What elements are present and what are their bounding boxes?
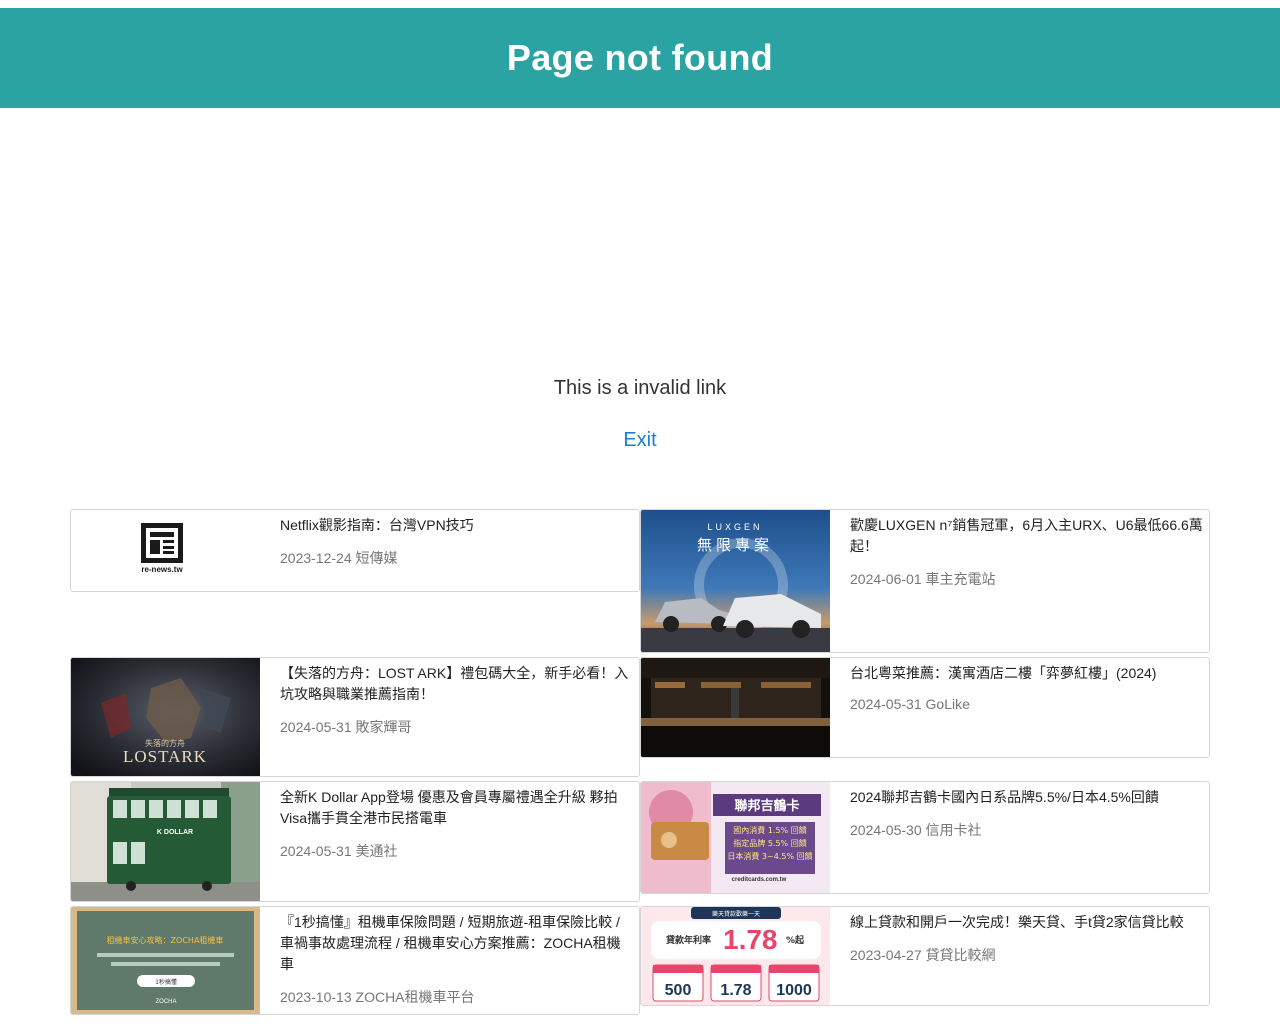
article-card[interactable]: 失落的方舟 LOSTARK 【失落的方舟：LOST ARK】禮包碼大全，新手必看… (70, 657, 640, 777)
svg-text:1.78: 1.78 (723, 924, 778, 955)
article-text: 台北粵菜推薦：漢寓酒店二樓「弈夢紅樓」(2024) 2024-05-31 GoL… (850, 663, 1203, 712)
exit-link-container: Exit (0, 429, 1280, 452)
article-title[interactable]: 2024聯邦吉鶴卡國內日系品牌5.5%/日本4.5%回饋 (850, 787, 1203, 808)
article-card[interactable]: 租機車安心攻略：ZOCHA租機車 1秒搞懂 ZOCHA 『1秒搞懂』租機車保險問… (70, 906, 640, 1015)
svg-text:貸款年利率: 貸款年利率 (666, 934, 711, 946)
article-card[interactable]: 台北粵菜推薦：漢寓酒店二樓「弈夢紅樓」(2024) 2024-05-31 GoL… (640, 657, 1210, 758)
svg-text:1.78: 1.78 (720, 982, 751, 999)
svg-text:LOSTARK: LOSTARK (123, 747, 207, 766)
article-source: 貸貸比較網 (925, 947, 996, 963)
article-date: 2024-05-31 (280, 719, 352, 735)
article-thumbnail[interactable]: LUXGEN 無限專案 (641, 510, 830, 652)
article-title[interactable]: 『1秒搞懂』租機車保險問題 / 短期旅遊-租車保險比較 / 車禍事故處理流程 /… (280, 912, 633, 975)
article-date: 2023-12-24 (280, 550, 352, 566)
article-title[interactable]: 線上貸款和開戶一次完成！樂天貸、手t貸2家信貸比較 (850, 912, 1203, 933)
svg-text:日本消費 3~4.5% 回饋: 日本消費 3~4.5% 回饋 (727, 851, 812, 861)
article-text: 2024聯邦吉鶴卡國內日系品牌5.5%/日本4.5%回饋 2024-05-30 … (850, 787, 1203, 840)
svg-text:聯邦吉鶴卡: 聯邦吉鶴卡 (734, 798, 799, 814)
article-source: ZOCHA租機車平台 (355, 989, 475, 1005)
article-source: GoLike (925, 696, 970, 712)
svg-text:K DOLLAR: K DOLLAR (157, 829, 193, 836)
article-source: 車主充電站 (925, 571, 996, 587)
svg-text:國內消費 1.5% 回饋: 國內消費 1.5% 回饋 (733, 825, 806, 835)
article-source: 敗家輝哥 (355, 719, 412, 735)
luxgen-car-image-icon: LUXGEN 無限專案 (641, 510, 830, 652)
article-date: 2024-05-31 (280, 843, 352, 859)
article-meta: 2024-06-01 車主充電站 (850, 569, 1203, 589)
tram-image-icon: K DOLLAR (71, 782, 260, 901)
article-card[interactable]: LUXGEN 無限專案 歡慶LUXGEN n⁷銷售冠軍，6月入主URX、U6最低… (640, 509, 1210, 653)
article-title[interactable]: 歡慶LUXGEN n⁷銷售冠軍，6月入主URX、U6最低66.6萬起！ (850, 515, 1203, 557)
article-card[interactable]: 樂天貸款歡樂一天 貸款年利率 1.78 %起 500 1.78 1000 線上貸… (640, 906, 1210, 1006)
svg-text:租機車安心攻略：ZOCHA租機車: 租機車安心攻略：ZOCHA租機車 (107, 935, 224, 945)
svg-text:%起: %起 (786, 934, 805, 946)
svg-text:1秒搞懂: 1秒搞懂 (155, 978, 177, 986)
article-card[interactable]: re-news.tw Netflix觀影指南：台灣VPN技巧 2023-12-2… (70, 509, 640, 592)
article-date: 2023-10-13 (280, 989, 352, 1005)
svg-text:creditcards.com.tw: creditcards.com.tw (732, 877, 787, 883)
article-thumbnail[interactable] (641, 658, 830, 757)
svg-text:ZOCHA: ZOCHA (156, 999, 177, 1005)
credit-card-promo-image-icon: 聯邦吉鶴卡 國內消費 1.5% 回饋 指定品牌 5.5% 回饋 日本消費 3~4… (641, 782, 830, 893)
svg-text:指定品牌 5.5% 回饋: 指定品牌 5.5% 回饋 (733, 838, 806, 848)
article-text: 歡慶LUXGEN n⁷銷售冠軍，6月入主URX、U6最低66.6萬起！ 2024… (850, 515, 1203, 589)
article-meta: 2024-05-31 美通社 (280, 841, 633, 861)
article-thumbnail[interactable]: re-news.tw (71, 510, 260, 591)
lost-ark-image-icon: 失落的方舟 LOSTARK (71, 658, 260, 776)
article-meta: 2024-05-31 敗家輝哥 (280, 717, 633, 737)
page-header: Page not found (0, 8, 1280, 108)
article-thumbnail[interactable]: 聯邦吉鶴卡 國內消費 1.5% 回饋 指定品牌 5.5% 回饋 日本消費 3~4… (641, 782, 830, 893)
svg-text:500: 500 (665, 982, 692, 999)
article-text: 【失落的方舟：LOST ARK】禮包碼大全，新手必看！入坑攻略與職業推薦指南！ … (280, 663, 633, 737)
article-meta: 2023-12-24 短傳媒 (280, 548, 633, 568)
article-title[interactable]: Netflix觀影指南：台灣VPN技巧 (280, 515, 633, 536)
article-thumbnail[interactable]: 樂天貸款歡樂一天 貸款年利率 1.78 %起 500 1.78 1000 (641, 907, 830, 1005)
article-card[interactable]: 聯邦吉鶴卡 國內消費 1.5% 回饋 指定品牌 5.5% 回饋 日本消費 3~4… (640, 781, 1210, 894)
article-title[interactable]: 全新K Dollar App登場 優惠及會員專屬禮遇全升級 夥拍Visa攜手貫全… (280, 787, 633, 829)
article-text: 線上貸款和開戶一次完成！樂天貸、手t貸2家信貸比較 2023-04-27 貸貸比… (850, 912, 1203, 965)
restaurant-bar-image-icon (641, 658, 830, 757)
article-date: 2023-04-27 (850, 947, 922, 963)
article-source: 短傳媒 (355, 550, 398, 566)
article-thumbnail[interactable]: K DOLLAR (71, 782, 260, 901)
article-title[interactable]: 台北粵菜推薦：漢寓酒店二樓「弈夢紅樓」(2024) (850, 663, 1203, 684)
article-source: 美通社 (355, 843, 398, 859)
article-thumbnail[interactable]: 失落的方舟 LOSTARK (71, 658, 260, 776)
svg-text:re-news.tw: re-news.tw (141, 565, 183, 574)
zocha-promo-image-icon: 租機車安心攻略：ZOCHA租機車 1秒搞懂 ZOCHA (71, 907, 260, 1014)
page-title: Page not found (506, 37, 774, 78)
article-source: 信用卡社 (925, 822, 982, 838)
article-date: 2024-05-31 (850, 696, 922, 712)
svg-text:無限專案: 無限專案 (697, 536, 773, 554)
article-text: 『1秒搞懂』租機車保險問題 / 短期旅遊-租車保險比較 / 車禍事故處理流程 /… (280, 912, 633, 1007)
article-title[interactable]: 【失落的方舟：LOST ARK】禮包碼大全，新手必看！入坑攻略與職業推薦指南！ (280, 663, 633, 705)
article-meta: 2024-05-31 GoLike (850, 696, 1203, 712)
article-thumbnail[interactable]: 租機車安心攻略：ZOCHA租機車 1秒搞懂 ZOCHA (71, 907, 260, 1014)
article-date: 2024-06-01 (850, 571, 922, 587)
article-text: Netflix觀影指南：台灣VPN技巧 2023-12-24 短傳媒 (280, 515, 633, 568)
svg-text:1000: 1000 (776, 982, 812, 999)
article-meta: 2023-10-13 ZOCHA租機車平台 (280, 987, 633, 1007)
article-meta: 2023-04-27 貸貸比較網 (850, 945, 1203, 965)
svg-text:樂天貸款歡樂一天: 樂天貸款歡樂一天 (712, 910, 760, 918)
article-meta: 2024-05-30 信用卡社 (850, 820, 1203, 840)
article-text: 全新K Dollar App登場 優惠及會員專屬禮遇全升級 夥拍Visa攜手貫全… (280, 787, 633, 861)
loan-promo-image-icon: 樂天貸款歡樂一天 貸款年利率 1.78 %起 500 1.78 1000 (641, 907, 830, 1005)
re-news-logo-icon: re-news.tw (71, 510, 260, 591)
article-date: 2024-05-30 (850, 822, 922, 838)
svg-text:LUXGEN: LUXGEN (707, 522, 762, 532)
article-card[interactable]: K DOLLAR 全新K Dollar App登場 優惠及會員專屬禮遇全升級 夥… (70, 781, 640, 902)
error-message: This is a invalid link (553, 377, 727, 399)
exit-link[interactable]: Exit (623, 429, 656, 451)
